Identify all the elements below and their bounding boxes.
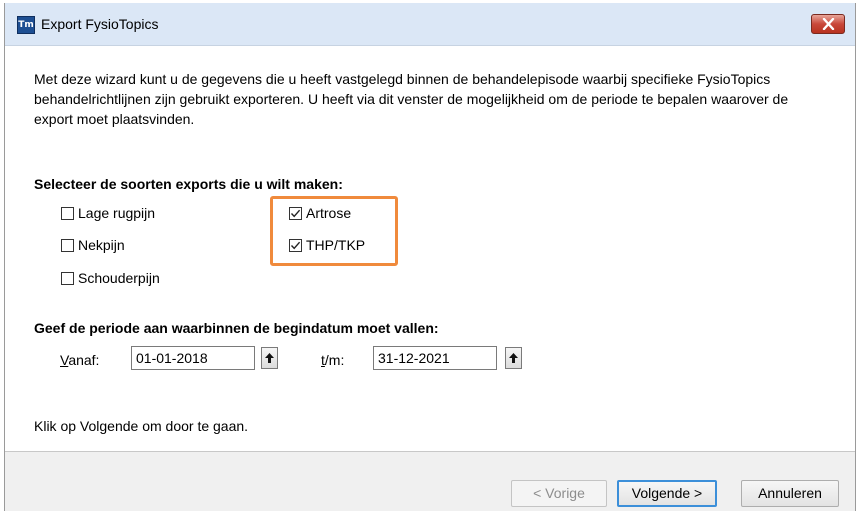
hint-text: Klik op Volgende om door te gaan. [34, 418, 249, 434]
previous-button[interactable]: < Vorige [511, 480, 607, 507]
next-button[interactable]: Volgende > [617, 480, 717, 507]
close-icon [822, 18, 835, 30]
title-bar: Tm Export FysioTopics [5, 3, 855, 46]
app-icon: Tm [17, 16, 35, 34]
from-label-text: anaf: [68, 352, 100, 368]
to-date-picker-button[interactable] [505, 347, 522, 369]
checkbox-label: Nekpijn [78, 237, 125, 253]
intro-text: Met deze wizard kunt u de gegevens die u… [34, 71, 789, 127]
from-date-picker-button[interactable] [261, 347, 278, 369]
checkbox-label: Schouderpijn [78, 270, 160, 286]
checkbox-box[interactable] [61, 206, 74, 220]
from-date-input[interactable]: 01-01-2018 [131, 346, 255, 370]
period-section-title: Geef de periode aan waarbinnen de begind… [34, 320, 439, 336]
from-label: Vanaf: [60, 352, 99, 368]
window-title: Export FysioTopics [41, 16, 159, 32]
arrow-up-icon [265, 353, 274, 363]
to-label-text: /m: [324, 352, 345, 368]
checkbox-box[interactable] [61, 271, 74, 285]
orange-highlight-box [270, 196, 398, 266]
checkbox-nekpijn[interactable]: Nekpijn [61, 235, 125, 255]
checkbox-schouderpijn[interactable]: Schouderpijn [61, 268, 160, 288]
cancel-button[interactable]: Annuleren [741, 480, 839, 507]
exports-section-title: Selecteer de soorten exports die u wilt … [34, 176, 343, 192]
arrow-up-icon [509, 353, 518, 363]
checkbox-lage-rugpijn[interactable]: Lage rugpijn [61, 203, 155, 223]
export-dialog: Tm Export FysioTopics Met deze wizard ku… [4, 3, 856, 511]
dialog-content: Met deze wizard kunt u de gegevens die u… [5, 46, 855, 511]
to-date-input[interactable]: 31-12-2021 [373, 346, 497, 370]
close-button[interactable] [811, 14, 845, 34]
checkbox-label: Lage rugpijn [78, 205, 156, 221]
to-label: t/m: [321, 352, 344, 368]
checkbox-box[interactable] [61, 238, 74, 252]
button-bar: < Vorige Volgende > Annuleren [5, 452, 855, 511]
